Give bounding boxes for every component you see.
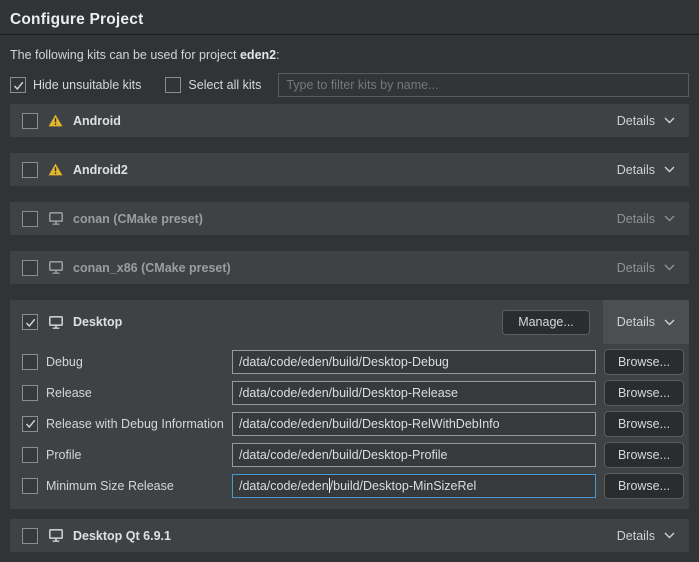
build-dir-input[interactable]: /data/code/eden/build/Desktop-RelWithDeb… <box>232 412 596 436</box>
browse-button[interactable]: Browse... <box>604 349 684 375</box>
kit-row-desktop: Desktop Manage... Details <box>10 300 689 344</box>
page-title: Configure Project <box>10 11 689 29</box>
kit-checkbox[interactable] <box>22 113 38 129</box>
kit-checkbox[interactable] <box>22 314 38 330</box>
config-label: Profile <box>46 448 232 462</box>
chevron-down-icon <box>664 215 675 222</box>
desktop-icon <box>48 528 65 543</box>
config-checkbox[interactable] <box>22 447 38 463</box>
checkmark-icon <box>24 316 37 329</box>
page-header: Configure Project <box>0 0 699 35</box>
select-all-label: Select all kits <box>188 78 261 92</box>
details-label: Details <box>617 114 655 128</box>
build-dir-input[interactable]: /data/code/eden/build/Desktop-Debug <box>232 350 596 374</box>
build-config-row-minimum-size-release: Minimum Size Release /data/code/eden/bui… <box>22 470 684 501</box>
details-label: Details <box>617 315 655 329</box>
warning-icon <box>48 113 65 128</box>
details-toggle[interactable]: Details <box>603 202 689 235</box>
chevron-down-icon <box>664 166 675 173</box>
project-name: eden2 <box>240 48 276 62</box>
kits-subtitle: The following kits can be used for proje… <box>10 48 689 62</box>
details-toggle[interactable]: Details <box>603 104 689 137</box>
checkmark-icon <box>24 417 37 430</box>
desktop-icon <box>48 260 65 275</box>
kit-name: Android2 <box>73 163 128 177</box>
config-label: Release <box>46 386 232 400</box>
build-config-list: Debug /data/code/eden/build/Desktop-Debu… <box>10 344 689 509</box>
build-dir-text: /data/code/eden/build/Desktop-RelWithDeb… <box>239 417 500 431</box>
build-dir-text: /data/code/eden/build/Desktop-Debug <box>239 355 449 369</box>
kit-name: Desktop <box>73 315 122 329</box>
browse-button[interactable]: Browse... <box>604 442 684 468</box>
build-dir-input[interactable]: /data/code/eden/build/Desktop-Profile <box>232 443 596 467</box>
kit-checkbox[interactable] <box>22 260 38 276</box>
kit-name: Desktop Qt 6.9.1 <box>73 529 171 543</box>
browse-button[interactable]: Browse... <box>604 411 684 437</box>
config-label: Minimum Size Release <box>46 479 232 493</box>
build-config-row-profile: Profile /data/code/eden/build/Desktop-Pr… <box>22 439 684 470</box>
build-config-row-release-with-debug-information: Release with Debug Information /data/cod… <box>22 408 684 439</box>
build-config-row-debug: Debug /data/code/eden/build/Desktop-Debu… <box>22 346 684 377</box>
details-label: Details <box>617 163 655 177</box>
subtitle-suffix: : <box>276 48 279 62</box>
browse-button[interactable]: Browse... <box>604 380 684 406</box>
kit-section-desktop: Desktop Manage... Details Debug /data/co… <box>10 300 689 509</box>
config-checkbox[interactable] <box>22 354 38 370</box>
manage-button[interactable]: Manage... <box>502 310 590 335</box>
kit-name: Android <box>73 114 121 128</box>
kit-list: Android Details Android2 Details <box>10 104 689 552</box>
configure-project-page: Configure Project The following kits can… <box>0 0 699 552</box>
checkbox-icon <box>165 77 181 93</box>
build-config-row-release: Release /data/code/eden/build/Desktop-Re… <box>22 377 684 408</box>
details-label: Details <box>617 529 655 543</box>
subtitle-prefix: The following kits can be used for proje… <box>10 48 240 62</box>
build-dir-input[interactable]: /data/code/eden/build/Desktop-MinSizeRel <box>232 474 596 498</box>
details-label: Details <box>617 261 655 275</box>
filter-row: Hide unsuitable kits Select all kits <box>10 73 689 97</box>
details-toggle[interactable]: Details <box>603 519 689 552</box>
details-toggle[interactable]: Details <box>603 153 689 186</box>
kit-row-desktop-qt-6-9-1: Desktop Qt 6.9.1 Details <box>10 519 689 552</box>
checkmark-icon <box>12 79 25 92</box>
config-checkbox[interactable] <box>22 385 38 401</box>
build-dir-text: /data/code/eden/build/Desktop-Release <box>239 386 458 400</box>
details-label: Details <box>617 212 655 226</box>
build-dir-text: /data/code/eden/build/Desktop-Profile <box>239 448 447 462</box>
hide-unsuitable-checkbox[interactable]: Hide unsuitable kits <box>10 77 141 93</box>
chevron-down-icon <box>664 117 675 124</box>
select-all-checkbox[interactable]: Select all kits <box>165 77 261 93</box>
chevron-down-icon <box>664 264 675 271</box>
desktop-icon <box>48 211 65 226</box>
build-dir-text: /build/Desktop-MinSizeRel <box>330 479 477 493</box>
kit-row-android: Android Details <box>10 104 689 137</box>
details-toggle[interactable]: Details <box>603 251 689 284</box>
hide-unsuitable-label: Hide unsuitable kits <box>33 78 141 92</box>
kit-checkbox[interactable] <box>22 528 38 544</box>
chevron-down-icon <box>664 319 675 326</box>
kit-checkbox[interactable] <box>22 162 38 178</box>
build-dir-text: /data/code/eden <box>239 479 329 493</box>
kit-row-android2: Android2 Details <box>10 153 689 186</box>
details-toggle[interactable]: Details <box>603 300 689 344</box>
browse-button[interactable]: Browse... <box>604 473 684 499</box>
config-checkbox[interactable] <box>22 416 38 432</box>
config-label: Release with Debug Information <box>46 417 232 431</box>
kit-name: conan (CMake preset) <box>73 212 203 226</box>
checkbox-icon <box>10 77 26 93</box>
config-checkbox[interactable] <box>22 478 38 494</box>
warning-icon <box>48 162 65 177</box>
kit-row-conan-x86-cmake-preset: conan_x86 (CMake preset) Details <box>10 251 689 284</box>
config-label: Debug <box>46 355 232 369</box>
kit-name: conan_x86 (CMake preset) <box>73 261 231 275</box>
chevron-down-icon <box>664 532 675 539</box>
build-dir-input[interactable]: /data/code/eden/build/Desktop-Release <box>232 381 596 405</box>
kit-filter-input[interactable] <box>278 73 689 97</box>
kit-row-conan-cmake-preset: conan (CMake preset) Details <box>10 202 689 235</box>
kit-checkbox[interactable] <box>22 211 38 227</box>
desktop-icon <box>48 315 65 330</box>
